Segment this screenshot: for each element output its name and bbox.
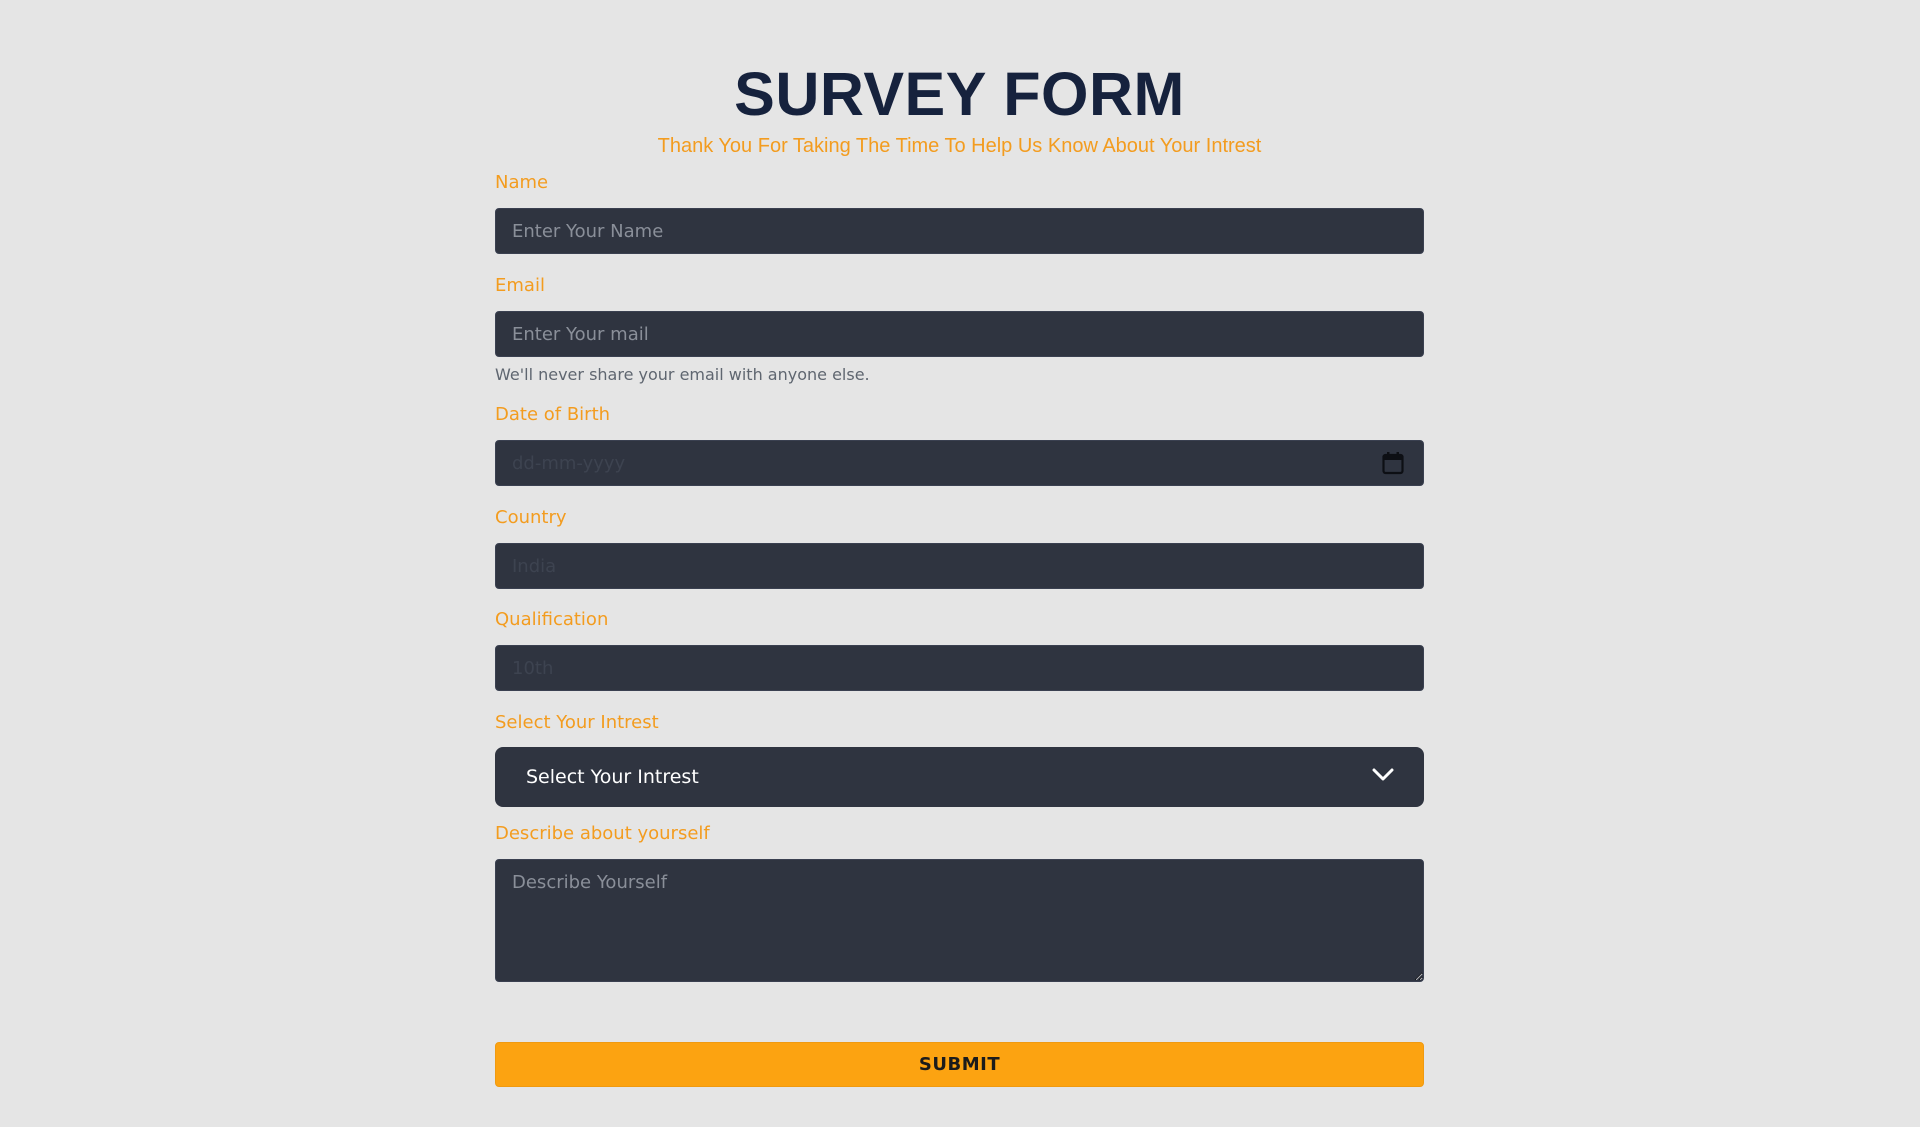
dob-input[interactable] [495, 440, 1424, 486]
email-help-text: We'll never share your email with anyone… [495, 365, 870, 384]
survey-form-container: SURVEY FORM Thank You For Taking The Tim… [495, 0, 1424, 1087]
dob-group: Date of Birth [495, 403, 1424, 486]
about-textarea[interactable] [495, 859, 1424, 982]
email-label: Email [495, 275, 545, 296]
qualification-group: Qualification [495, 608, 1424, 691]
email-group: Email We'll never share your email with … [495, 274, 1424, 386]
country-group: Country [495, 506, 1424, 589]
interest-label: Select Your Intrest [495, 712, 659, 733]
interest-select[interactable]: Select Your Intrest [495, 747, 1424, 807]
submit-button[interactable]: SUBMIT [495, 1042, 1424, 1087]
name-input[interactable] [495, 208, 1424, 254]
about-group: Describe about yourself [495, 822, 1424, 982]
about-label: Describe about yourself [495, 823, 710, 844]
dob-field-wrap [495, 440, 1424, 486]
name-group: Name [495, 171, 1424, 254]
email-input[interactable] [495, 311, 1424, 357]
country-label: Country [495, 507, 567, 528]
calendar-icon[interactable] [1382, 451, 1404, 475]
chevron-down-icon [1372, 768, 1394, 781]
name-label: Name [495, 172, 549, 193]
interest-group: Select Your Intrest Select Your Intrest [495, 711, 1424, 807]
country-input[interactable] [495, 543, 1424, 589]
qualification-input[interactable] [495, 645, 1424, 691]
dob-label: Date of Birth [495, 404, 611, 425]
interest-selected-value: Select Your Intrest [526, 766, 699, 788]
page-title: SURVEY FORM [734, 60, 1185, 128]
qualification-label: Qualification [495, 609, 609, 630]
page-subtitle: Thank You For Taking The Time To Help Us… [657, 135, 1262, 157]
